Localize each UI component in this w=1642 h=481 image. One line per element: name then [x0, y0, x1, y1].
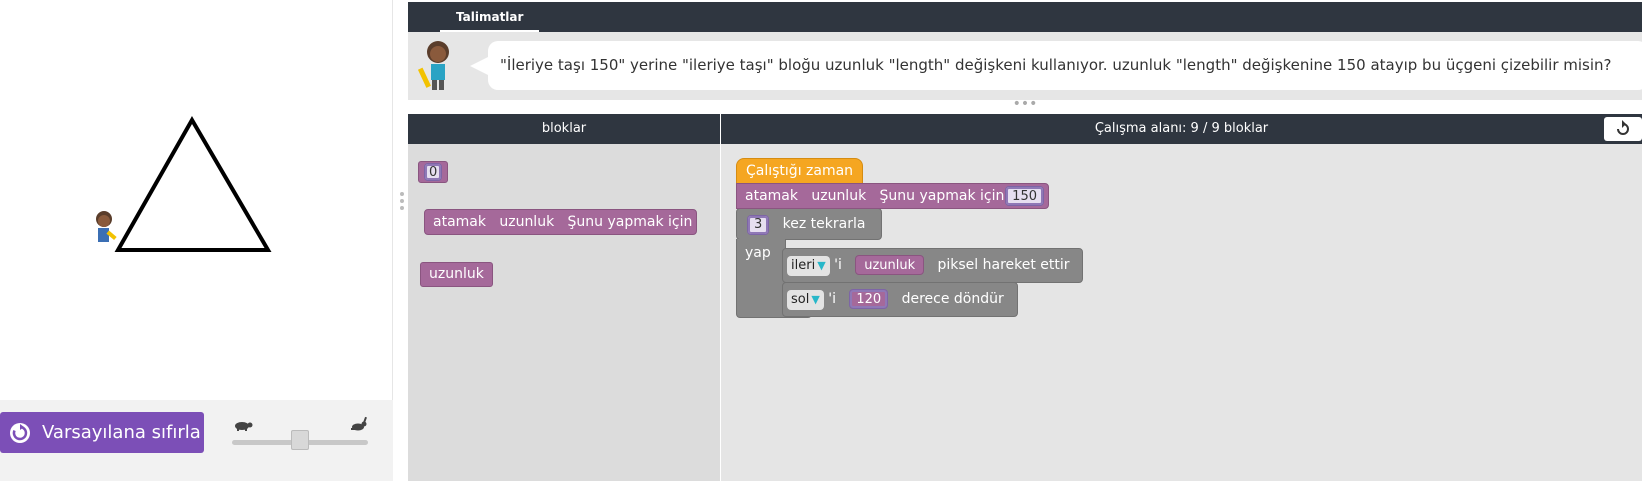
set-keyword: atamak: [433, 214, 486, 230]
set-suffix: Şunu yapmak için: [567, 214, 693, 230]
panel-divider: [393, 0, 408, 481]
turtle-icon: [235, 422, 253, 431]
reset-icon: [10, 422, 30, 443]
tab-instructions[interactable]: Talimatlar: [440, 2, 540, 32]
set-value[interactable]: 150: [1005, 186, 1044, 206]
number-value[interactable]: 0: [424, 163, 443, 181]
toolbox-variable-block[interactable]: uzunluk: [420, 262, 493, 287]
set-keyword: atamak: [745, 188, 798, 204]
event-when-run-block[interactable]: Çalıştığı zaman: [736, 158, 864, 184]
visualization-area: [0, 0, 393, 400]
toolbox-header: bloklar: [408, 114, 720, 144]
dropdown-arrow-icon: ▼: [817, 259, 826, 272]
repeat-count[interactable]: 3: [747, 215, 770, 235]
toolbox-set-variable-block[interactable]: atamak uzunluk Şunu yapmak için: [424, 209, 697, 235]
turn-apostrophe: 'i: [828, 291, 837, 307]
undo-icon: [1617, 120, 1629, 135]
reset-workspace-button[interactable]: [1604, 117, 1642, 141]
turn-direction-dropdown[interactable]: sol ▼: [787, 290, 824, 310]
set-variable-name[interactable]: uzunluk: [811, 188, 866, 204]
playback-controls: Varsayılana sıfırla: [0, 400, 408, 481]
reset-button[interactable]: Varsayılana sıfırla: [0, 412, 204, 453]
set-variable-block[interactable]: atamak uzunluk Şunu yapmak için 150: [736, 183, 1049, 209]
set-variable-name[interactable]: uzunluk: [499, 214, 554, 230]
toolbox-number-block[interactable]: 0: [418, 161, 449, 183]
reset-label: Varsayılana sıfırla: [42, 422, 201, 443]
speed-slider[interactable]: [230, 412, 370, 452]
drawn-triangle: [114, 115, 272, 252]
turn-direction-value: sol: [791, 292, 810, 307]
repeat-label: kez tekrarla: [782, 216, 866, 232]
artist-avatar-icon: [418, 41, 449, 90]
rabbit-icon: [351, 416, 367, 431]
move-forward-block[interactable]: ileri ▼ 'i uzunluk piksel hareket ettir: [782, 248, 1083, 283]
move-length-variable[interactable]: uzunluk: [855, 255, 925, 275]
set-suffix: Şunu yapmak için: [879, 188, 1005, 204]
speech-bubble-tail: [470, 56, 490, 76]
instructions-header: Talimatlar: [408, 2, 1642, 32]
workspace-header: Çalışma alanı: 9 / 9 bloklar: [721, 114, 1642, 144]
dropdown-arrow-icon: ▼: [811, 293, 820, 306]
speed-slider-thumb[interactable]: [291, 430, 309, 450]
turn-angle-value[interactable]: 120: [849, 289, 889, 309]
move-suffix: piksel hareket ettir: [937, 257, 1070, 273]
event-label: Çalıştığı zaman: [746, 163, 854, 179]
move-direction-dropdown[interactable]: ileri ▼: [787, 256, 830, 276]
drag-handle-icon[interactable]: [393, 0, 408, 481]
instructions-panel: "İleriye taşı 150" yerine "ileriye taşı"…: [408, 32, 1642, 100]
move-apostrophe: 'i: [834, 257, 842, 273]
drawing-canvas: [96, 115, 272, 252]
turn-block[interactable]: sol ▼ 'i 120 derece döndür: [782, 282, 1018, 317]
toolbox: 0 atamak uzunluk Şunu yapmak için uzunlu…: [408, 144, 720, 481]
instruction-text: "İleriye taşı 150" yerine "ileriye taşı"…: [488, 41, 1642, 90]
move-direction-value: ileri: [791, 258, 816, 273]
workspace-block-count: Çalışma alanı: 9 / 9 bloklar: [1094, 121, 1269, 136]
repeat-do-label: yap: [745, 245, 771, 261]
turn-suffix: derece döndür: [901, 291, 1004, 307]
resize-handle[interactable]: •••: [408, 97, 1642, 114]
variable-label: uzunluk: [429, 266, 484, 282]
artist-character-icon: [96, 211, 117, 242]
workspace: 3 kez tekrarla yap Çalıştığı zaman atama…: [721, 144, 1642, 481]
repeat-block[interactable]: 3 kez tekrarla: [736, 208, 882, 240]
